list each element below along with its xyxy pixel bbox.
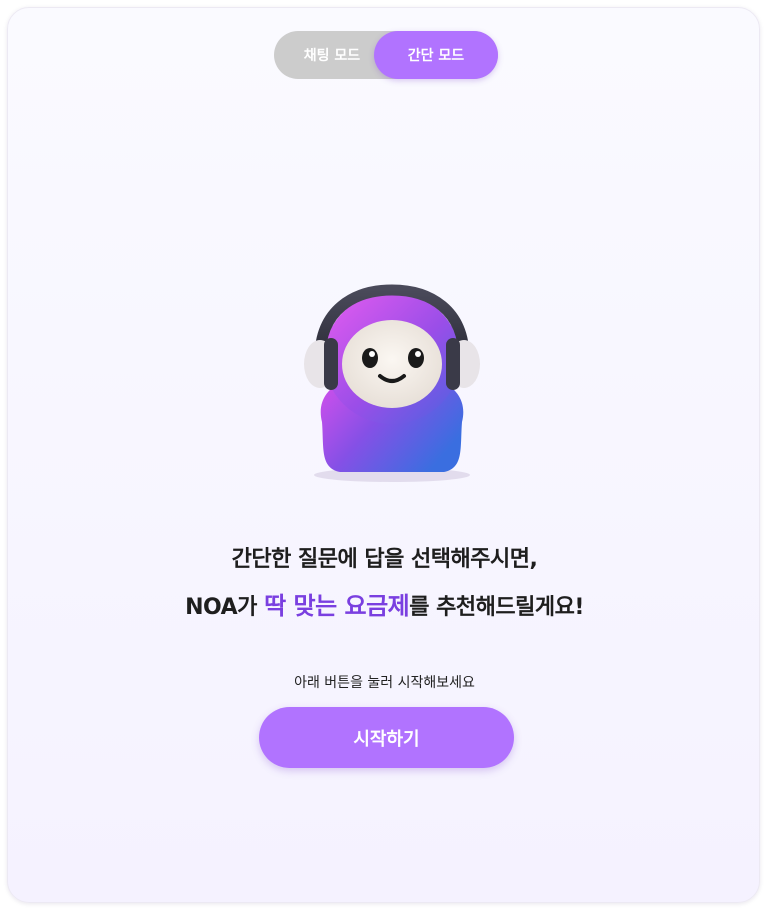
main-card: 채팅 모드 간단 모드 간단한 질문에 답을 선택해주시면, NOA가 딱 맞는… — [7, 7, 760, 903]
start-button[interactable]: 시작하기 — [259, 707, 514, 768]
headline-highlight: 딱 맞는 요금제 — [264, 592, 410, 620]
simple-mode-tab[interactable]: 간단 모드 — [374, 31, 498, 79]
headline-prefix: NOA가 — [185, 595, 265, 620]
headline-line2: NOA가 딱 맞는 요금제를 추천해드릴게요! — [8, 586, 761, 621]
chat-mode-tab[interactable]: 채팅 모드 — [274, 31, 390, 79]
start-hint: 아래 버튼을 눌러 시작해보세요 — [294, 675, 475, 691]
mode-toggle: 채팅 모드 간단 모드 — [274, 31, 498, 79]
headline-suffix: 를 추천해드릴게요! — [409, 595, 584, 620]
headline-line1: 간단한 질문에 답을 선택해주시면, — [231, 547, 538, 572]
noa-mascot-icon — [304, 284, 480, 482]
